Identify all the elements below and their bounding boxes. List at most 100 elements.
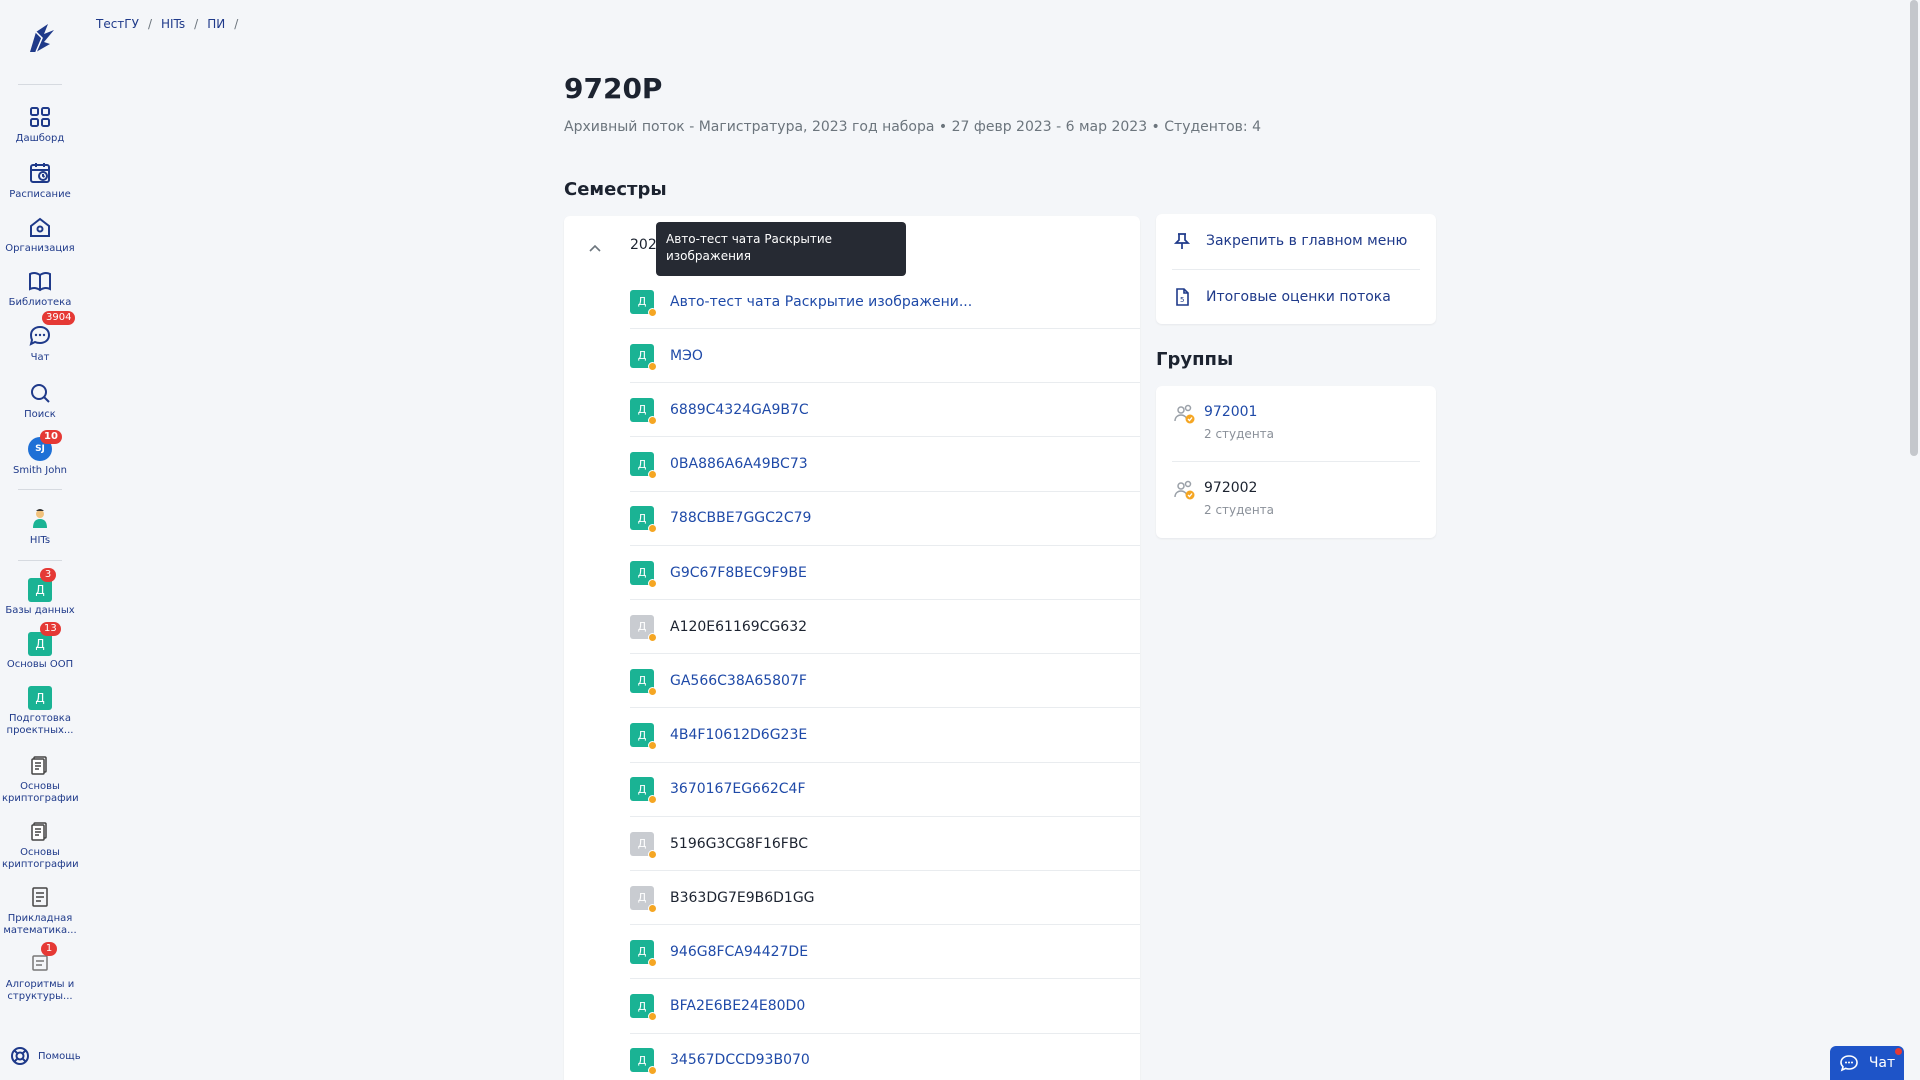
course-status-dot <box>648 578 657 588</box>
course-row[interactable]: Д 3670167EG662C4F <box>630 763 1140 817</box>
course-icon: Д 13 <box>28 622 61 656</box>
course-row[interactable]: Д 788CBBE7GGC2C79 <box>630 492 1140 546</box>
course-icon: Д <box>630 668 657 696</box>
sidebar-course-crypto-2[interactable]: Основы криптографии <box>0 818 80 871</box>
sidebar: Дашборд Расписание Организация Библиотек… <box>0 0 81 1080</box>
chat-button[interactable]: Чат <box>1830 1046 1904 1080</box>
course-icon: Д <box>630 506 657 534</box>
course-row[interactable]: Д Авто-тест чата Раскрытие изображени... <box>630 275 1140 329</box>
sidebar-item-organization[interactable]: Организация <box>0 214 80 255</box>
course-name: 0BA886A6A49BC73 <box>670 456 808 473</box>
course-letter: Д <box>637 728 647 742</box>
page-subtitle: Архивный поток - Магистратура, 2023 год … <box>564 119 1261 135</box>
breadcrumb-separator: / <box>147 17 152 31</box>
course-status-dot <box>648 415 657 425</box>
sidebar-item-label: Библиотека <box>8 297 72 308</box>
course-row[interactable]: Д BFA2E6BE24E80D0 <box>630 980 1140 1034</box>
breadcrumb-item[interactable]: HITs <box>161 17 185 31</box>
course-letter: Д <box>637 349 647 363</box>
course-row[interactable]: Д B363DG7E9B6D1GG <box>630 871 1140 926</box>
course-badge: 13 <box>40 622 61 636</box>
group-item[interactable]: 972001 2 студента <box>1172 386 1420 462</box>
breadcrumb-separator: / <box>234 17 239 31</box>
grid-icon <box>30 107 50 127</box>
course-icon: Д <box>630 939 657 967</box>
semester-year[interactable]: 202 <box>630 237 657 253</box>
course-status-dot <box>648 903 657 913</box>
sidebar-item-dashboard[interactable]: Дашборд <box>0 104 80 145</box>
group-name: 972001 <box>1204 404 1258 420</box>
course-letter: Д <box>637 403 647 417</box>
course-icon: Д <box>630 1048 657 1076</box>
course-row[interactable]: Д МЭО <box>630 329 1140 384</box>
sidebar-course-algorithms[interactable]: 1 Алгоритмы и структуры... <box>0 942 80 1003</box>
course-letter: Д <box>35 583 45 597</box>
course-status-dot <box>648 632 657 642</box>
course-name: 5196G3CG8F16FBC <box>670 835 808 852</box>
sidebar-item-label: HITs <box>29 535 51 546</box>
group-count: 2 студента <box>1204 427 1275 441</box>
course-row[interactable]: Д 6889C4324GA9B7C <box>630 383 1140 438</box>
course-status-dot <box>648 361 657 371</box>
avatar: SJ 10 <box>28 430 62 461</box>
chevron-up-icon[interactable] <box>588 242 602 256</box>
course-icon: Д <box>630 723 657 751</box>
group-item[interactable]: 972002 2 студента <box>1172 462 1420 538</box>
chat-bubble-icon <box>1840 1055 1858 1072</box>
course-icon: Д <box>630 289 657 317</box>
sidebar-course-projects[interactable]: Д Подготовка проектных... <box>0 686 80 737</box>
course-name: 946G8FCA94427DE <box>670 943 809 960</box>
course-row[interactable]: Д A120E61169CG632 <box>630 600 1140 655</box>
course-name: BFA2E6BE24E80D0 <box>670 998 806 1015</box>
course-letter: Д <box>637 511 647 525</box>
chat-notification-dot <box>1895 1048 1902 1055</box>
sidebar-course-databases[interactable]: Д3 Базы данных <box>0 568 80 617</box>
sidebar-course-crypto-1[interactable]: Основы криптографии <box>0 752 80 805</box>
course-row[interactable]: Д 946G8FCA94427DE <box>630 925 1140 980</box>
course-icon: Д <box>630 885 657 913</box>
course-row[interactable]: Д G9C67F8BEC9F9BE <box>630 546 1140 600</box>
course-badge: 3 <box>40 568 56 582</box>
sidebar-course-applied-math[interactable]: Прикладная математика... <box>0 884 80 937</box>
course-name: B363DG7E9B6D1GG <box>670 889 815 906</box>
chat-badge: 3904 <box>42 311 76 325</box>
course-letter: Д <box>637 837 647 850</box>
groups-heading: Группы <box>1156 349 1234 370</box>
chat-icon <box>29 325 51 346</box>
page-title: 9720Р <box>564 72 663 105</box>
chat-button-label: Чат <box>1868 1055 1896 1071</box>
course-letter: Д <box>637 999 647 1013</box>
sidebar-item-profile[interactable]: SJ 10 Smith John <box>0 430 80 477</box>
sidebar-divider <box>18 560 62 561</box>
sidebar-item-hits[interactable]: HITs <box>0 506 80 547</box>
course-icon: Д3 <box>28 568 56 602</box>
sidebar-item-search[interactable]: Поиск <box>0 380 80 421</box>
course-icon: Д <box>630 831 657 859</box>
course-thumbnail-icon <box>31 756 47 775</box>
sidebar-item-chat[interactable]: 3904 Чат <box>0 311 80 364</box>
scrollbar-thumb[interactable] <box>1910 0 1918 456</box>
sidebar-item-label: Дашборд <box>15 133 65 144</box>
breadcrumb-item[interactable]: ТестГУ <box>96 17 139 31</box>
course-row[interactable]: Д 0BA886A6A49BC73 <box>630 438 1140 492</box>
page-scrollbar[interactable] <box>1908 0 1920 1080</box>
breadcrumb-item[interactable]: ПИ <box>207 17 225 31</box>
help-button[interactable]: Помощь <box>10 1046 81 1066</box>
sidebar-item-label: Smith John <box>12 465 68 476</box>
pin-to-menu-button[interactable]: Закрепить в главном меню <box>1172 214 1420 268</box>
logo-icon[interactable] <box>22 18 58 58</box>
final-grades-button[interactable]: 5 Итоговые оценки потока <box>1172 269 1420 323</box>
course-row[interactable]: Д 4B4F10612D6G23E <box>630 709 1140 763</box>
course-row[interactable]: Д 5196G3CG8F16FBC <box>630 817 1140 871</box>
course-status-dot <box>648 849 657 859</box>
semester-card: 202 Д Авто-тест чата Раскрытие изображени… <box>564 216 1140 1080</box>
course-status-dot <box>648 524 657 534</box>
sidebar-item-schedule[interactable]: Расписание <box>0 160 80 201</box>
course-row[interactable]: Д 34567DCCD93B070 <box>630 1034 1140 1080</box>
course-icon: Д <box>630 343 657 371</box>
sidebar-item-library[interactable]: Библиотека <box>0 268 80 309</box>
course-name: G9C67F8BEC9F9BE <box>670 564 807 581</box>
course-row[interactable]: Д GA566C38A65807F <box>630 654 1140 709</box>
sidebar-course-oop[interactable]: Д 13 Основы ООП <box>0 622 80 671</box>
course-name: 34567DCCD93B070 <box>670 1052 810 1069</box>
